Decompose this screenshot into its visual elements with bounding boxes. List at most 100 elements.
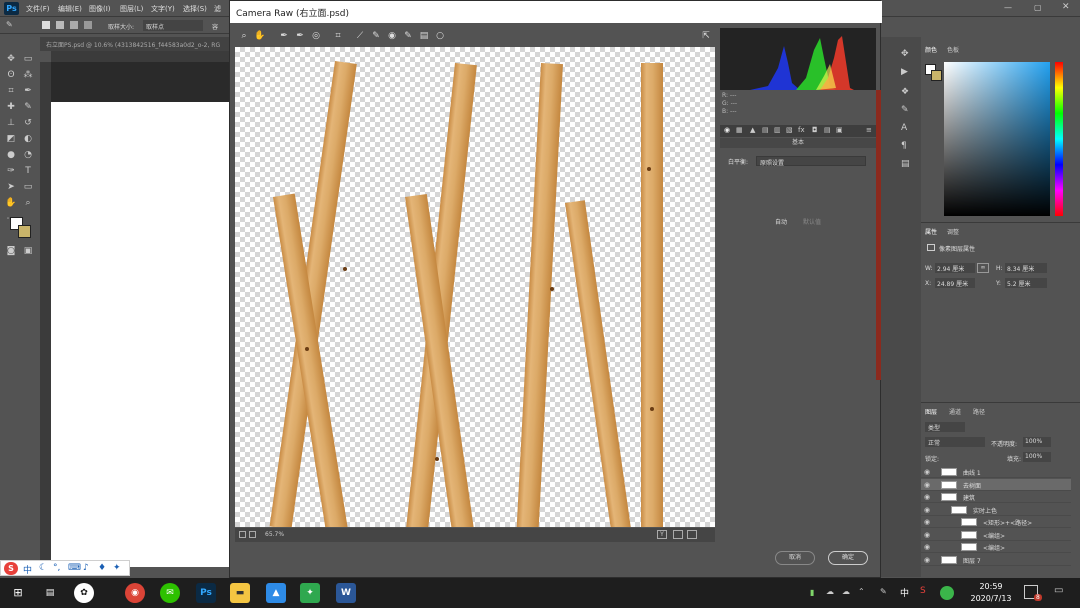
punctuation-icon[interactable]: °,: [53, 563, 60, 573]
graduated-filter-icon[interactable]: ▤: [418, 30, 430, 42]
hsl-tab-icon[interactable]: ▤: [762, 126, 769, 134]
spot-removal-icon[interactable]: ✎: [370, 30, 382, 42]
eye-icon[interactable]: ◉: [924, 481, 930, 489]
tab-layers[interactable]: 图层: [925, 407, 937, 416]
detail-tab-icon[interactable]: ▲: [750, 126, 755, 134]
paragraph-icon[interactable]: ¶: [901, 141, 907, 151]
adjustment-brush-icon[interactable]: ✎: [402, 30, 414, 42]
layer-row[interactable]: ◉ <编组>: [921, 529, 1071, 541]
layer-filter-select[interactable]: 类型: [925, 422, 965, 432]
lens-tab-icon[interactable]: ▧: [786, 126, 793, 134]
camera-calibration-tab-icon[interactable]: ◘: [812, 126, 818, 134]
link-icon[interactable]: ∞: [977, 263, 989, 273]
auto-button[interactable]: 自动: [775, 219, 787, 226]
image-preview[interactable]: [235, 47, 715, 527]
sample-mode-icon[interactable]: [42, 21, 50, 29]
panel-menu-icon[interactable]: ≡: [866, 126, 872, 134]
tone-curve-tab-icon[interactable]: ▦: [736, 126, 743, 134]
windows-start-icon[interactable]: ⊞: [8, 583, 28, 603]
layer-row[interactable]: ◉ <编组>: [921, 541, 1071, 553]
eye-icon[interactable]: ◉: [924, 531, 930, 539]
eyedropper-tool-icon[interactable]: ✒: [22, 85, 34, 97]
move-tool-icon[interactable]: ✥: [5, 53, 17, 65]
canvas[interactable]: [51, 102, 229, 567]
basic-tab-icon[interactable]: ◉: [724, 126, 730, 134]
eye-icon[interactable]: ◉: [924, 518, 930, 526]
fill-input[interactable]: 100%: [1023, 452, 1051, 462]
red-eye-icon[interactable]: ◉: [386, 30, 398, 42]
opacity-input[interactable]: 100%: [1023, 437, 1051, 447]
zoom-tool-icon[interactable]: ⌕: [22, 197, 34, 209]
maximize-icon[interactable]: ▢: [1034, 3, 1042, 12]
color-sampler-icon[interactable]: ✒: [294, 30, 306, 42]
crop-icon[interactable]: ⌗: [332, 30, 344, 42]
brush-tool-icon[interactable]: ✎: [22, 101, 34, 113]
split-toning-tab-icon[interactable]: ▥: [774, 126, 781, 134]
white-balance-icon[interactable]: ✒: [278, 30, 290, 42]
eyedropper-icon[interactable]: ✎: [6, 20, 13, 29]
layer-row[interactable]: ◉ <矩形>+<路径>: [921, 516, 1071, 528]
menu-type[interactable]: 文字(Y): [151, 4, 175, 14]
screen-mode-icon[interactable]: ▣: [22, 245, 34, 257]
cancel-button[interactable]: 取消: [775, 551, 815, 565]
before-after-copy-icon[interactable]: [687, 530, 697, 539]
hue-slider[interactable]: [1055, 62, 1063, 216]
app-tray-icon[interactable]: [940, 586, 954, 600]
voice-icon[interactable]: ♪: [83, 563, 89, 573]
tab-properties[interactable]: 属性: [925, 227, 937, 236]
blend-mode-select[interactable]: 正常: [925, 437, 985, 447]
bg-swatch[interactable]: [931, 70, 942, 81]
layer-row[interactable]: ◉ 去树面: [921, 478, 1071, 491]
tab-color[interactable]: 颜色: [925, 45, 937, 54]
layer-row[interactable]: ◉ 曲线 1: [921, 466, 1071, 478]
baidu-netdisk-icon[interactable]: ✿: [74, 583, 94, 603]
moon-icon[interactable]: ☾: [39, 563, 47, 573]
menu-file[interactable]: 文件(F): [26, 4, 50, 14]
eraser-tool-icon[interactable]: ◩: [5, 133, 17, 145]
eye-icon[interactable]: ◉: [924, 506, 930, 514]
tab-channels[interactable]: 通道: [949, 407, 961, 416]
snapshots-tab-icon[interactable]: ▣: [836, 126, 843, 134]
blur-tool-icon[interactable]: ●: [5, 149, 17, 161]
sogou-tray-icon[interactable]: S: [920, 586, 926, 596]
magic-wand-icon[interactable]: ⁂: [22, 69, 34, 81]
ok-button[interactable]: 确定: [828, 551, 868, 565]
eye-icon[interactable]: ◉: [924, 556, 930, 564]
sogou-logo-icon[interactable]: S: [4, 562, 18, 575]
history-brush-icon[interactable]: ↺: [22, 117, 34, 129]
file-explorer-icon[interactable]: ▬: [230, 583, 250, 603]
document-tab[interactable]: 右立面PS.psd @ 10.6% (4313842516_f44583a0d2…: [40, 37, 230, 51]
radial-filter-icon[interactable]: ○: [434, 30, 446, 42]
menu-filter[interactable]: 滤: [214, 4, 221, 14]
layer-row[interactable]: ◉ 图层 7: [921, 554, 1071, 566]
pen-icon[interactable]: ✎: [880, 587, 887, 596]
tray-lang[interactable]: 中: [900, 586, 909, 599]
presets-tab-icon[interactable]: ▤: [824, 126, 831, 134]
hand-tool-icon[interactable]: ✋: [5, 197, 17, 209]
tray-expand-icon[interactable]: ⌃: [858, 587, 865, 596]
healing-tool-icon[interactable]: ✚: [5, 101, 17, 113]
background-color-swatch[interactable]: [18, 225, 31, 238]
ime-lang-label[interactable]: 中: [23, 563, 32, 576]
tab-adjustments[interactable]: 调整: [947, 227, 959, 236]
taskbar-clock[interactable]: 20:59 2020/7/13: [966, 581, 1016, 605]
stamp-tool-icon[interactable]: ⊥: [5, 117, 17, 129]
zoom-level[interactable]: 65.7%: [265, 531, 284, 538]
close-icon[interactable]: ✕: [1062, 2, 1070, 12]
eye-icon[interactable]: ◉: [924, 468, 930, 476]
path-select-icon[interactable]: ➤: [5, 181, 17, 193]
tab-swatches[interactable]: 色板: [947, 45, 959, 54]
sample-mode-icon[interactable]: [56, 21, 64, 29]
word-icon[interactable]: W: [336, 583, 356, 603]
fullscreen-icon[interactable]: ⇱: [700, 30, 712, 42]
hand-icon[interactable]: ✋: [254, 30, 266, 42]
bucket-tool-icon[interactable]: ◐: [22, 133, 34, 145]
brushes-icon[interactable]: ✎: [901, 105, 909, 115]
view-mode-icon[interactable]: [249, 531, 256, 538]
default-button[interactable]: 默认值: [803, 219, 821, 226]
zoom-icon[interactable]: ⌕: [238, 30, 250, 42]
tools-icon[interactable]: ✦: [113, 563, 121, 573]
keyboard-icon[interactable]: ⌨: [68, 563, 81, 573]
sample-mode-icon[interactable]: [84, 21, 92, 29]
menu-select[interactable]: 选择(S): [183, 4, 207, 14]
